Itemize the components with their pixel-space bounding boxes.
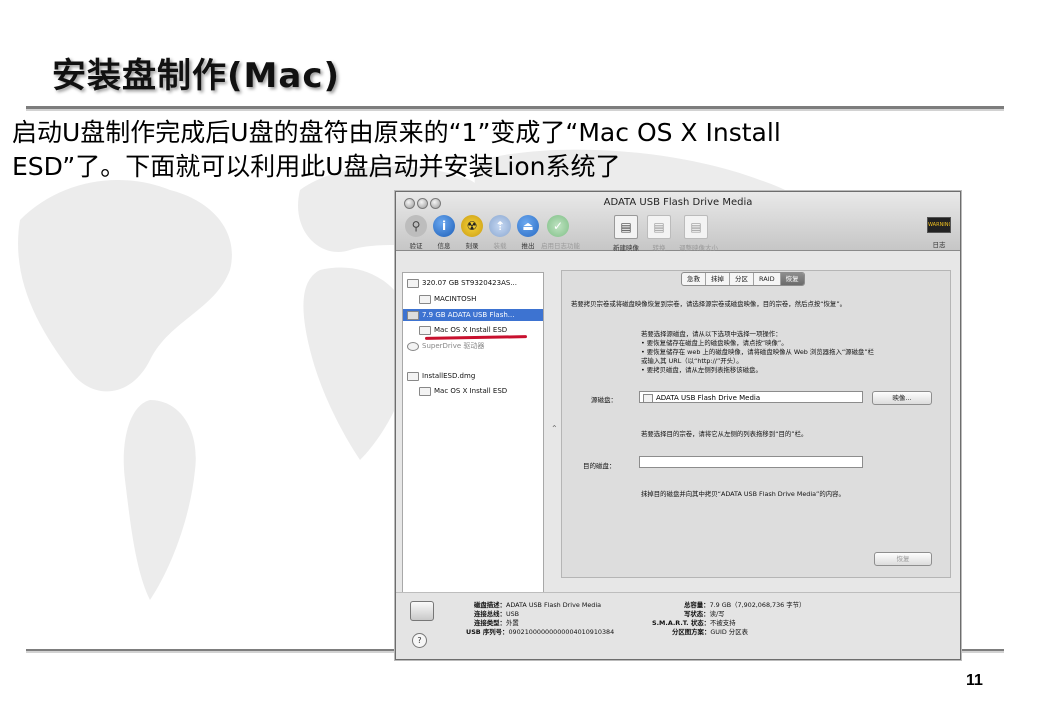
info-connection-type: 连接类型：外置 (474, 619, 519, 627)
new-image-icon: ▤ (614, 215, 638, 239)
slide-title: 安装盘制作(Mac) (52, 56, 341, 96)
image-button[interactable]: 映像... (872, 391, 932, 405)
function-tabs: 急救 抹掉 分区 RAID 恢复 (681, 272, 805, 286)
body-line-2: ESD”了。下面就可以利用此U盘启动并安装Lion系统了 (12, 152, 621, 181)
disk-utility-window: ADATA USB Flash Drive Media ⚲ 验证 i 信息 ☢ … (395, 191, 961, 660)
sidebar-item-dmg-volume[interactable]: Mac OS X Install ESD (419, 385, 507, 397)
page-number: 11 (966, 672, 983, 689)
title-divider (26, 106, 1004, 109)
info-usb-serial: USB 序列号：09021000000000004010910384 (466, 628, 615, 636)
destination-disk-label: 目的磁盘： (583, 462, 616, 470)
optical-drive-icon (407, 341, 419, 351)
destination-hint-text: 若要选择目的宗卷，请将它从左侧的列表拖移到“目的”栏。 (641, 430, 808, 438)
tab-partition[interactable]: 分区 (730, 273, 754, 285)
hard-drive-icon (407, 278, 419, 288)
disk-image-icon (407, 371, 419, 381)
restore-intro-text: 若要拷贝宗卷或将磁盘映像恢复到宗卷，请选择源宗卷或磁盘映像，目的宗卷，然后点按“… (571, 300, 847, 308)
journal-icon: ✓ (547, 215, 569, 237)
tab-first-aid[interactable]: 急救 (682, 273, 706, 285)
tab-restore[interactable]: 恢复 (780, 273, 804, 285)
sidebar-item-usb-flash[interactable]: 7.9 GB ADATA USB Flash... (403, 309, 543, 321)
window-title: ADATA USB Flash Drive Media (603, 197, 753, 208)
sidebar-item-macintosh[interactable]: MACINTOSH (419, 293, 476, 305)
volume-icon (419, 386, 431, 396)
log-icon: WARNING (927, 217, 951, 233)
sidebar-item-install-esd-volume[interactable]: Mac OS X Install ESD (419, 324, 507, 336)
resize-image-icon: ▤ (684, 215, 708, 239)
toolbar-convert-button[interactable]: ▤ 转换 (642, 215, 676, 252)
erase-destination-note: 抹掉目的磁盘并向其中拷贝“ADATA USB Flash Drive Media… (641, 490, 845, 498)
split-view-handle[interactable]: ⌃ (551, 424, 558, 433)
info-capacity: 总容量：7.9 GB（7,902,068,736 字节） (684, 601, 806, 609)
source-bullet-2-cont: 或输入其 URL（以“http://”开头）。 (641, 357, 743, 365)
sidebar-item-installesd-dmg[interactable]: InstallESD.dmg (407, 370, 475, 382)
source-disk-field[interactable]: ADATA USB Flash Drive Media (639, 391, 863, 403)
toolbar-journal-button[interactable]: ✓ 启用日志功能 (541, 215, 580, 250)
volume-icon (643, 393, 653, 403)
choose-source-text: 若要选择源磁盘，请从以下选项中选择一项操作： (641, 330, 782, 338)
eject-icon: ⏏ (517, 215, 539, 237)
sidebar-item-internal-disk[interactable]: 320.07 GB ST9320423AS... (407, 277, 517, 289)
source-bullet-3: • 要拷贝磁盘，请从左侧列表拖移该磁盘。 (641, 366, 762, 374)
convert-icon: ▤ (647, 215, 671, 239)
info-smart-status: S.M.A.R.T. 状态：不被支持 (652, 619, 736, 627)
microscope-icon: ⚲ (405, 215, 427, 237)
disk-info-panel: ? 磁盘描述：ADATA USB Flash Drive Media 连接总线：… (396, 592, 960, 659)
restore-pane (561, 270, 951, 578)
volume-icon (419, 294, 431, 304)
device-sidebar: 320.07 GB ST9320423AS... MACINTOSH 7.9 G… (402, 272, 544, 593)
info-disk-description: 磁盘描述：ADATA USB Flash Drive Media (474, 601, 602, 609)
mount-icon: ⇡ (489, 215, 511, 237)
help-button[interactable]: ? (412, 633, 427, 648)
usb-drive-icon (407, 310, 419, 320)
source-bullet-1: • 要恢复储存在磁盘上的磁盘映像，请点按“映像”。 (641, 339, 788, 347)
tab-erase[interactable]: 抹掉 (706, 273, 730, 285)
info-write-status: 写状态：读/写 (684, 610, 725, 618)
burn-icon: ☢ (461, 215, 483, 237)
tab-raid[interactable]: RAID (754, 273, 781, 285)
toolbar-new-image-button[interactable]: ▤ 新建映像 (609, 215, 643, 252)
info-icon: i (433, 215, 455, 237)
external-disk-icon (410, 601, 434, 621)
destination-disk-field[interactable] (639, 456, 863, 468)
volume-icon (419, 325, 431, 335)
body-line-1: 启动U盘制作完成后U盘的盘符由原来的“1”变成了“Mac OS X Instal… (12, 118, 781, 147)
source-bullet-2: • 要恢复储存在 web 上的磁盘映像，请将磁盘映像从 Web 浏览器拖入“源磁… (641, 348, 875, 356)
info-connection-bus: 连接总线：USB (474, 610, 520, 618)
info-partition-scheme: 分区图方案：GUID 分区表 (672, 628, 748, 636)
toolbar-resize-image-button[interactable]: ▤ 调整映像大小 (679, 215, 718, 252)
slide-body-text: 启动U盘制作完成后U盘的盘符由原来的“1”变成了“Mac OS X Instal… (12, 116, 1012, 184)
window-titlebar: ADATA USB Flash Drive Media ⚲ 验证 i 信息 ☢ … (396, 192, 960, 252)
source-disk-label: 源磁盘： (591, 396, 617, 404)
restore-button[interactable]: 恢复 (874, 552, 932, 566)
toolbar-log-button[interactable]: WARNING 日志 (924, 217, 954, 249)
sidebar-item-superdrive[interactable]: SuperDrive 驱动器 (407, 340, 484, 352)
toolbar-eject-button[interactable]: ⏏ 推出 (511, 215, 545, 250)
